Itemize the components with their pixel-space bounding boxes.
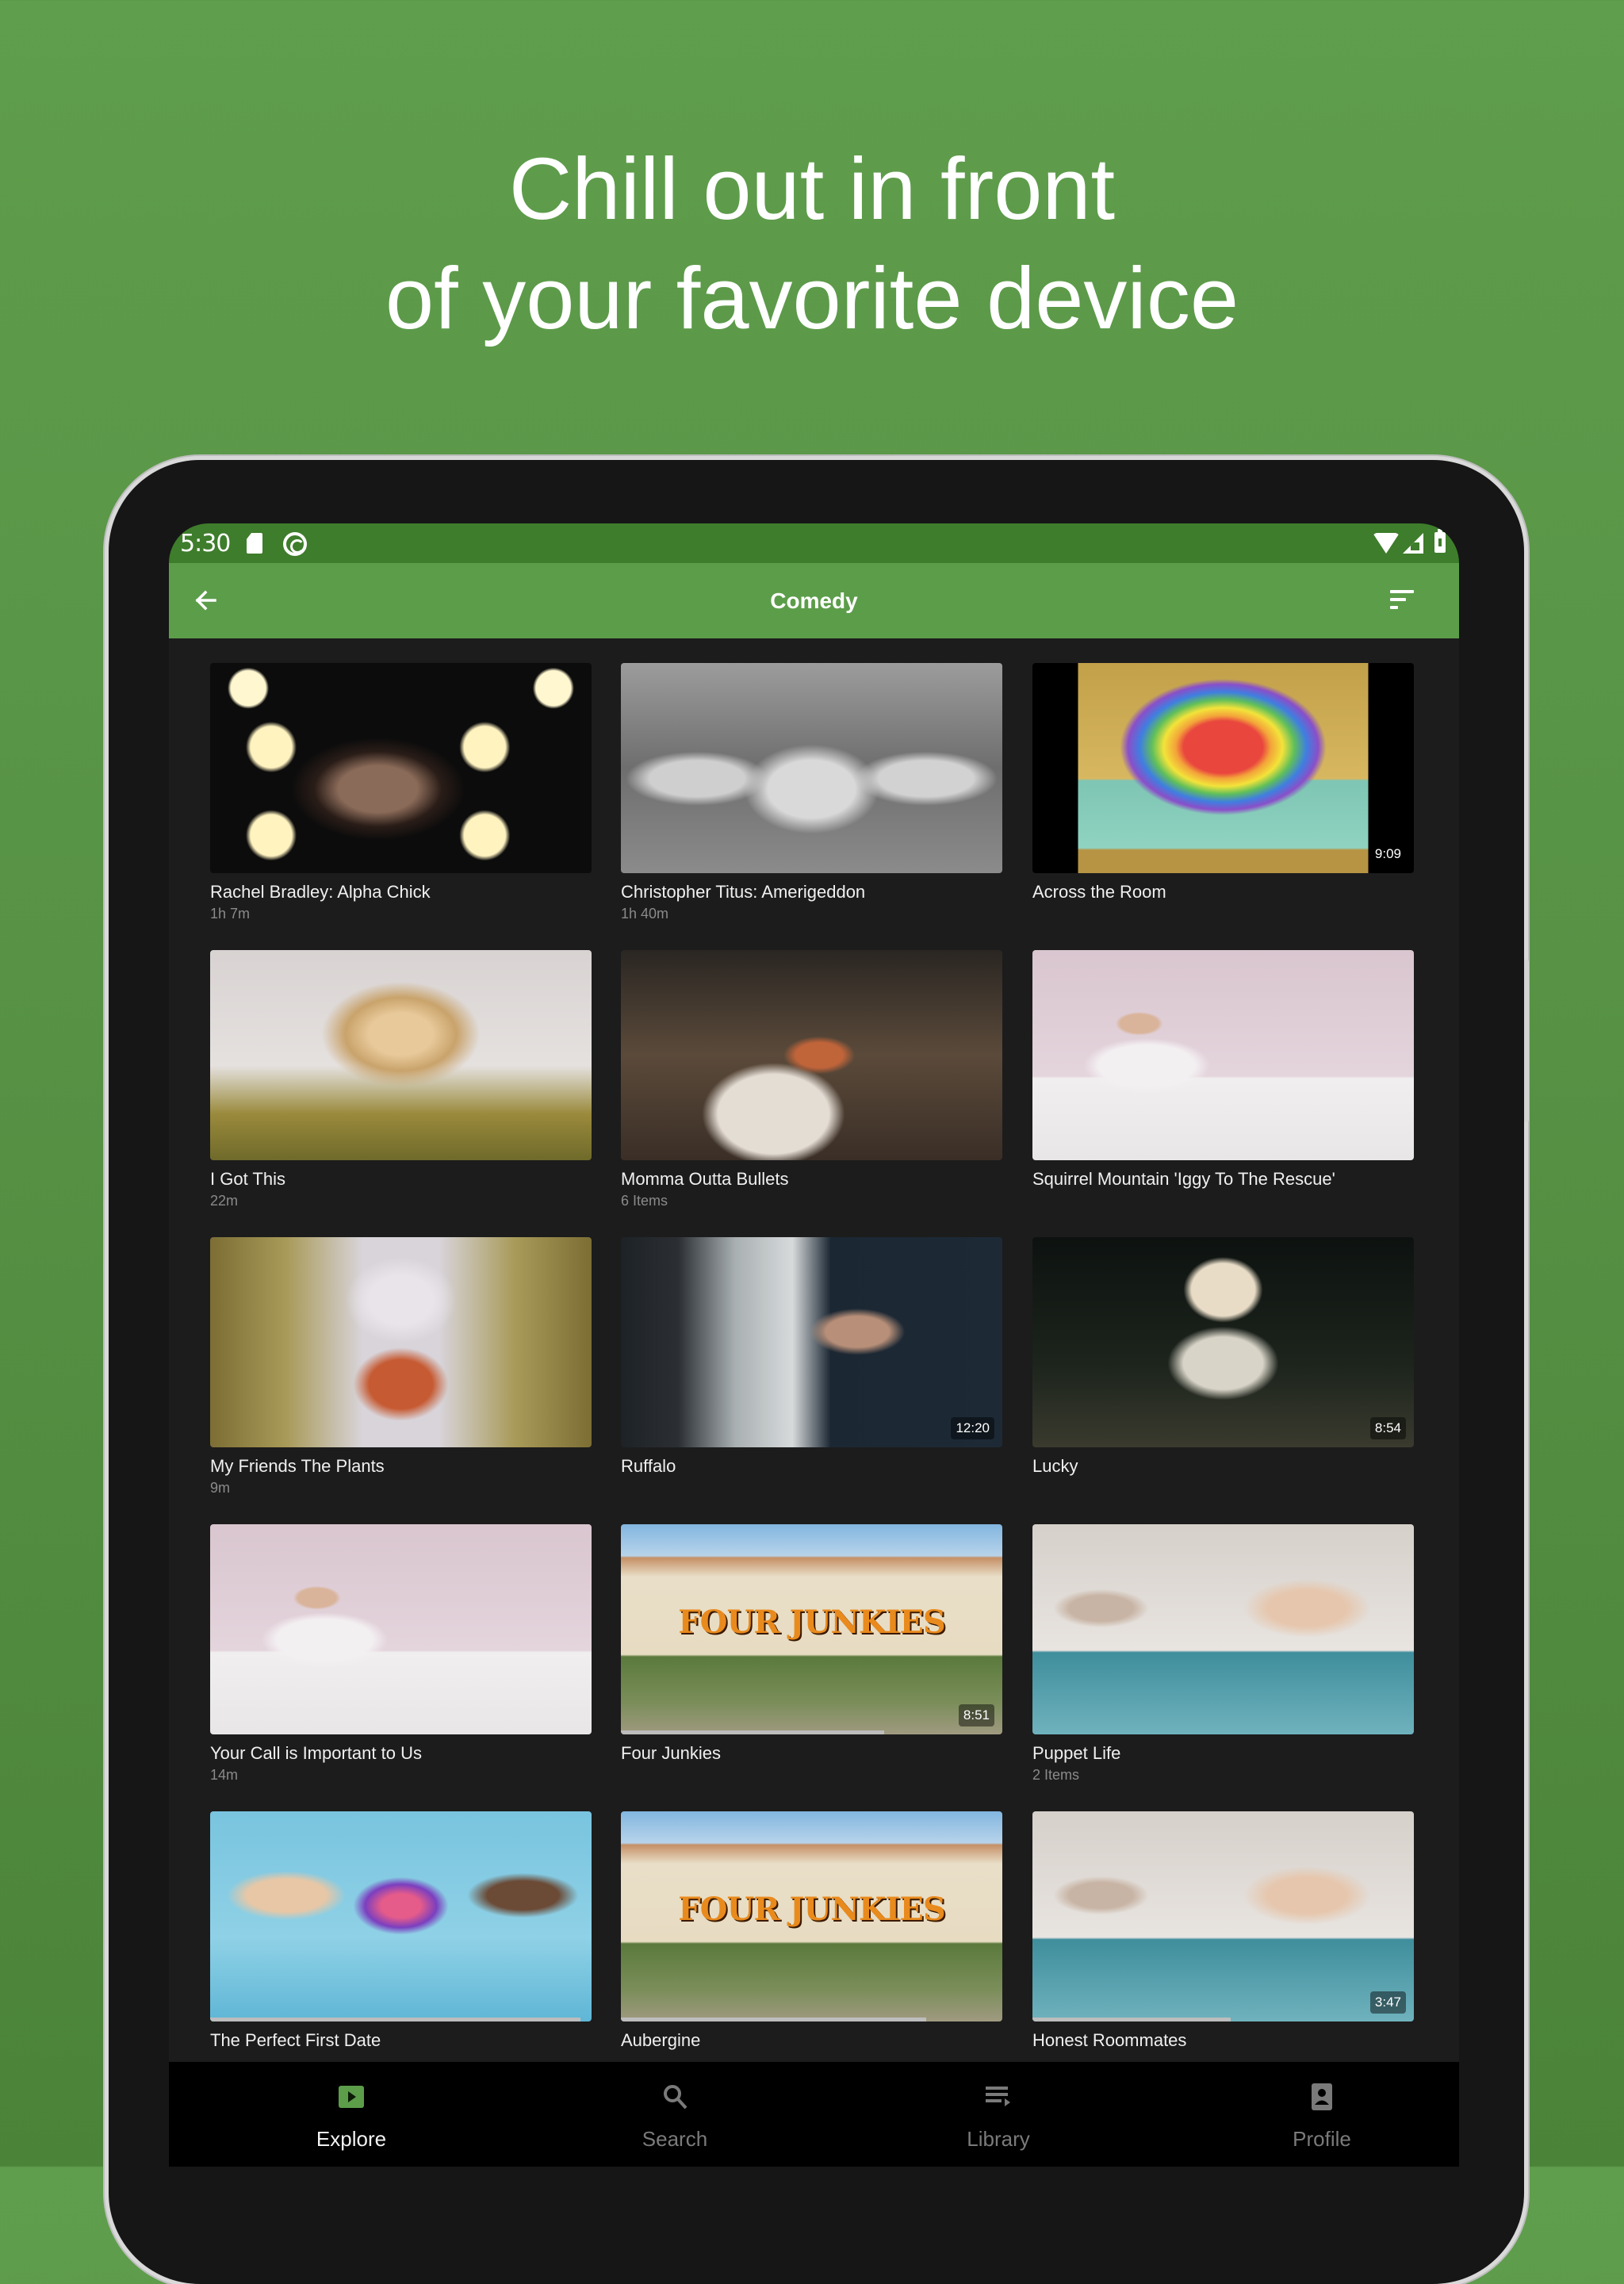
video-title: Four Junkies (621, 1743, 721, 1763)
duration-badge: 8:51 (958, 1704, 994, 1726)
video-title: Honest Roommates (1032, 2030, 1187, 2050)
sort-icon-bar (1390, 606, 1398, 609)
marketing-headline: Chill out in front of your favorite devi… (0, 135, 1624, 354)
thumbnail-title-art: FOUR JUNKIES (678, 1891, 946, 1928)
headline-line-2: of your favorite device (385, 250, 1239, 347)
video-title: Rachel Bradley: Alpha Chick (210, 882, 431, 902)
video-card[interactable]: FOUR JUNKIES Aubergine (621, 1811, 1002, 2062)
video-thumbnail[interactable] (210, 1237, 592, 1447)
video-thumbnail[interactable]: 3:47 (1032, 1811, 1414, 2021)
video-subtitle: 9m (210, 1480, 231, 1496)
sort-button[interactable] (1390, 587, 1422, 615)
video-title: I Got This (210, 1169, 285, 1189)
sd-card-icon (247, 533, 262, 554)
nav-tab-label: Explore (316, 2127, 387, 2151)
arrow-back-icon (195, 590, 216, 611)
video-card[interactable]: Squirrel Mountain 'Iggy To The Rescue' (1032, 950, 1414, 1220)
watch-progress-bar (1032, 2018, 1231, 2021)
video-card[interactable]: 3:47 Honest Roommates (1032, 1811, 1414, 2062)
video-title: Momma Outta Bullets (621, 1169, 789, 1189)
video-card[interactable]: Christopher Titus: Amerigeddon 1h 40m (621, 663, 1002, 933)
video-title: Aubergine (621, 2030, 701, 2050)
video-card[interactable]: 9:09 Across the Room (1032, 663, 1414, 933)
video-card[interactable]: Puppet Life 2 Items (1032, 1524, 1414, 1794)
video-title: Squirrel Mountain 'Iggy To The Rescue' (1032, 1169, 1335, 1189)
sort-icon-bar (1390, 598, 1406, 601)
video-thumbnail[interactable]: FOUR JUNKIES (621, 1811, 1002, 2021)
video-card[interactable]: My Friends The Plants 9m (210, 1237, 592, 1507)
headline-line-1: Chill out in front (508, 140, 1116, 238)
battery-charging-icon (1434, 529, 1446, 553)
watch-progress-bar (621, 2018, 926, 2021)
duration-badge: 8:54 (1369, 1417, 1406, 1439)
search-icon (659, 2081, 691, 2113)
video-title: Christopher Titus: Amerigeddon (621, 882, 866, 902)
back-button[interactable] (186, 581, 226, 620)
video-title: The Perfect First Date (210, 2030, 381, 2050)
explore-play-icon (335, 2081, 367, 2113)
video-thumbnail[interactable]: 12:20 (621, 1237, 1002, 1447)
video-thumbnail[interactable] (1032, 950, 1414, 1160)
nav-tab-search[interactable]: Search (556, 2062, 794, 2167)
video-thumbnail[interactable] (210, 1811, 592, 2021)
video-thumbnail[interactable] (621, 663, 1002, 873)
duration-badge: 12:20 (951, 1417, 994, 1439)
video-thumbnail[interactable]: 8:54 (1032, 1237, 1414, 1447)
duration-badge: 9:09 (1369, 843, 1406, 865)
video-title: Your Call is Important to Us (210, 1743, 422, 1763)
bottom-navigation: Explore Search Library Profile (169, 2062, 1459, 2167)
tablet-side-button (1524, 960, 1529, 1122)
video-title: Puppet Life (1032, 1743, 1121, 1763)
wifi-icon (1373, 533, 1400, 554)
status-time: 5:30 (180, 530, 231, 558)
video-thumbnail[interactable] (1032, 1524, 1414, 1734)
video-thumbnail[interactable] (210, 950, 592, 1160)
watch-progress-bar (210, 2018, 580, 2021)
video-subtitle: 22m (210, 1193, 239, 1209)
video-card[interactable]: Momma Outta Bullets 6 Items (621, 950, 1002, 1220)
signal-icon (1403, 533, 1423, 554)
nav-tab-label: Search (642, 2127, 708, 2151)
video-title: Across the Room (1032, 882, 1166, 902)
sort-icon-bar (1390, 590, 1414, 593)
video-card[interactable]: Your Call is Important to Us 14m (210, 1524, 592, 1794)
video-thumbnail[interactable] (621, 950, 1002, 1160)
nav-tab-label: Profile (1293, 2127, 1351, 2151)
watch-progress-bar (621, 1730, 884, 1734)
video-subtitle: 1h 40m (621, 906, 669, 922)
video-card[interactable]: 8:54 Lucky (1032, 1237, 1414, 1507)
duration-badge: 3:47 (1369, 1991, 1406, 2014)
video-card[interactable]: I Got This 22m (210, 950, 592, 1220)
video-title: Lucky (1032, 1456, 1078, 1476)
video-thumbnail[interactable] (210, 1524, 592, 1734)
status-bar: 5:30 (169, 523, 1459, 563)
nav-tab-explore[interactable]: Explore (232, 2062, 470, 2167)
video-subtitle: 6 Items (621, 1193, 668, 1209)
video-thumbnail[interactable]: FOUR JUNKIES 8:51 (621, 1524, 1002, 1734)
video-subtitle: 2 Items (1032, 1767, 1080, 1783)
thumbnail-title-art: FOUR JUNKIES (678, 1604, 946, 1641)
profile-badge-icon (1306, 2081, 1338, 2113)
nav-tab-label: Library (967, 2127, 1030, 2151)
tablet-screen: 5:30 Comedy Rachel Bradley: Alpha Chick 1… (169, 523, 1459, 2167)
nav-tab-library[interactable]: Library (879, 2062, 1117, 2167)
video-card[interactable]: The Perfect First Date (210, 1811, 592, 2062)
video-card[interactable]: Rachel Bradley: Alpha Chick 1h 7m (210, 663, 592, 933)
app-bar: Comedy (169, 563, 1459, 638)
video-thumbnail[interactable] (210, 663, 592, 873)
library-queue-icon (982, 2081, 1014, 2113)
video-thumbnail[interactable]: 9:09 (1032, 663, 1414, 873)
video-subtitle: 14m (210, 1767, 239, 1783)
video-grid: Rachel Bradley: Alpha Chick 1h 7m Christop… (169, 638, 1459, 2062)
video-card[interactable]: 12:20 Ruffalo (621, 1237, 1002, 1507)
video-card[interactable]: FOUR JUNKIES 8:51 Four Junkies (621, 1524, 1002, 1794)
video-title: Ruffalo (621, 1456, 676, 1476)
nav-tab-profile[interactable]: Profile (1203, 2062, 1441, 2167)
page-title: Comedy (770, 588, 858, 613)
video-subtitle: 1h 7m (210, 906, 251, 922)
sync-icon (283, 532, 307, 556)
video-title: My Friends The Plants (210, 1456, 385, 1476)
